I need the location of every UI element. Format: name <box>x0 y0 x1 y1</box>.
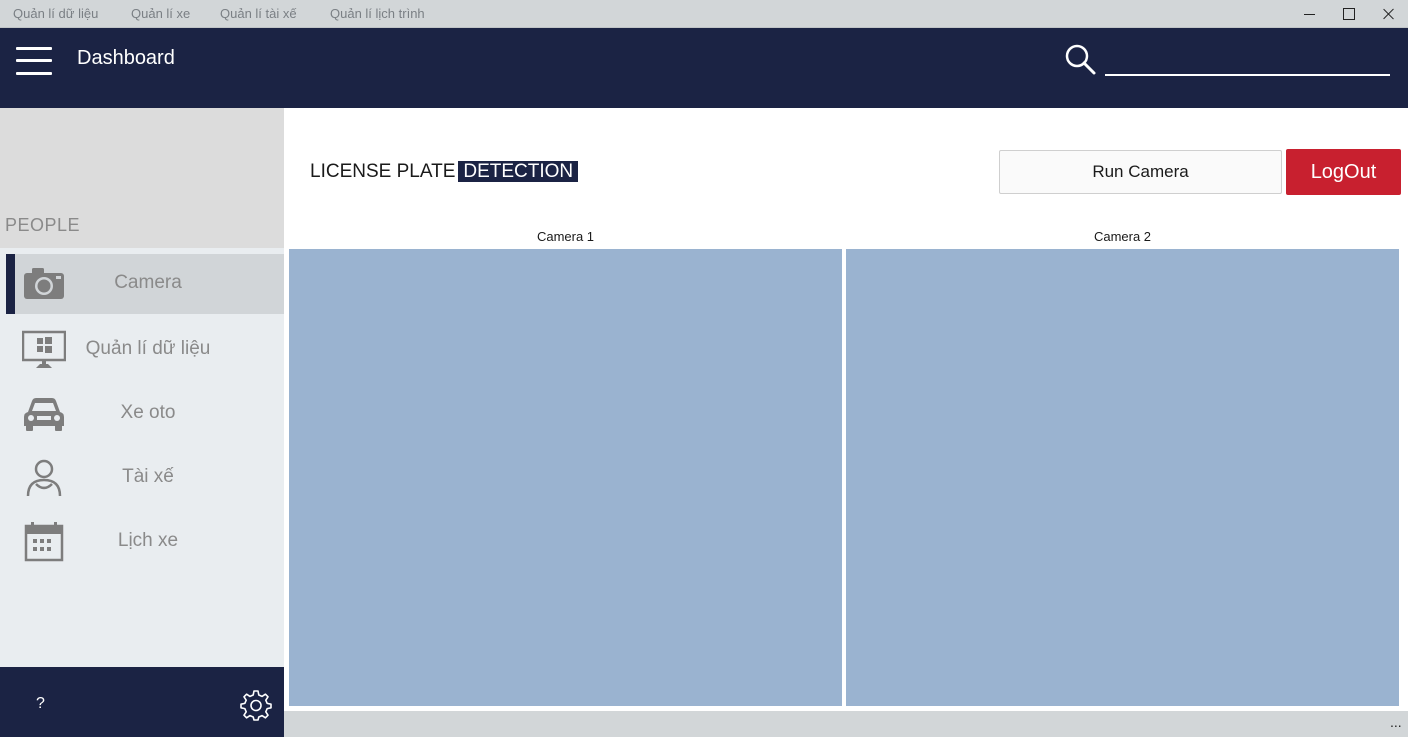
minimize-button[interactable] <box>1300 4 1320 24</box>
header-bar: Dashboard <box>0 28 1408 108</box>
sidebar-item-label: Tài xế <box>122 466 174 487</box>
camera-2-label: Camera 2 <box>1093 229 1152 244</box>
help-button[interactable]: ? <box>36 695 45 713</box>
menu-item-drivers[interactable]: Quản lí tài xế <box>220 6 297 21</box>
search-input[interactable] <box>1105 46 1390 76</box>
sidebar-item-drivers[interactable]: Tài xế <box>6 448 284 508</box>
sidebar: PEOPLE Camera Quản lí dữ liệu Xe oto Tài… <box>0 108 284 737</box>
detection-title: LICENSE PLATE DETECTION <box>310 161 579 183</box>
sidebar-footer: ? <box>0 667 284 737</box>
section-label: PEOPLE <box>5 215 81 235</box>
camera-icon <box>24 268 64 299</box>
title-part-1: LICENSE PLATE <box>310 161 456 182</box>
menu-item-schedule[interactable]: Quản lí lịch trình <box>330 6 425 21</box>
camera-1-view <box>289 249 842 706</box>
page-title: Dashboard <box>77 47 175 69</box>
sidebar-item-label: Camera <box>114 272 182 293</box>
close-button[interactable] <box>1379 4 1399 24</box>
user-icon <box>26 459 62 497</box>
more-options-icon[interactable]: ... <box>1390 714 1402 730</box>
sidebar-item-data-management[interactable]: Quản lí dữ liệu <box>6 320 284 380</box>
gear-icon[interactable] <box>240 689 272 721</box>
search-icon[interactable] <box>1063 43 1097 77</box>
sidebar-header: PEOPLE <box>0 108 284 248</box>
camera-1-label: Camera 1 <box>536 229 595 244</box>
car-icon <box>24 398 64 431</box>
logout-button[interactable]: LogOut <box>1286 149 1401 195</box>
sidebar-item-camera[interactable]: Camera <box>6 254 284 314</box>
hamburger-menu-icon[interactable] <box>16 47 52 75</box>
run-camera-button[interactable]: Run Camera <box>999 150 1282 194</box>
camera-2-view <box>846 249 1399 706</box>
status-bar <box>284 711 1408 737</box>
title-highlight: DETECTION <box>458 161 579 182</box>
maximize-button[interactable] <box>1339 4 1359 24</box>
title-bar: Quản lí dữ liệu Quản lí xe Quản lí tài x… <box>0 0 1408 28</box>
monitor-icon <box>22 330 66 368</box>
menu-item-cars[interactable]: Quản lí xe <box>131 6 190 21</box>
menu-item-data[interactable]: Quản lí dữ liệu <box>13 6 98 21</box>
sidebar-item-label: Xe oto <box>120 402 176 423</box>
sidebar-item-schedule[interactable]: Lịch xe <box>6 512 284 572</box>
sidebar-item-label: Quản lí dữ liệu <box>85 338 211 359</box>
sidebar-item-label: Lịch xe <box>117 530 179 551</box>
sidebar-item-cars[interactable]: Xe oto <box>6 384 284 444</box>
calendar-icon <box>24 522 64 562</box>
